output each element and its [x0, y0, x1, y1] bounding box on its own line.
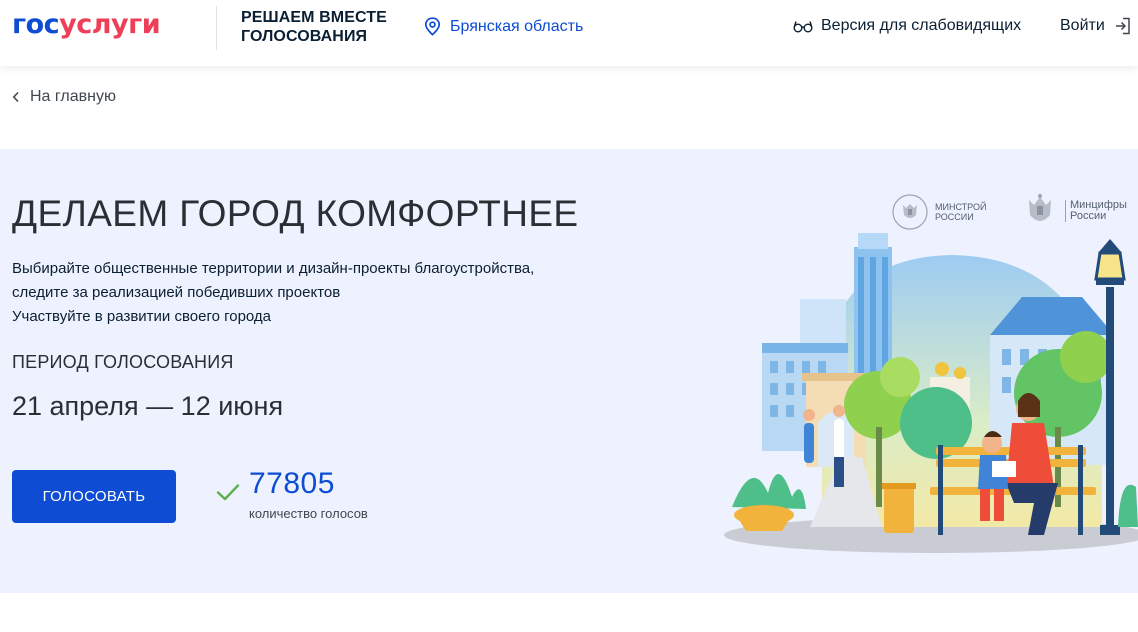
- location-pin-icon: [424, 17, 441, 36]
- low-vision-version-link[interactable]: Версия для слабовидящих: [793, 17, 1021, 35]
- back-to-main-link[interactable]: На главную: [12, 88, 116, 106]
- mincifry-logo: Минцифры России: [1021, 191, 1127, 231]
- checkmark-icon: [216, 484, 240, 501]
- minstroy-text: МИНСТРОЙ РОССИИ: [935, 202, 986, 222]
- hero-desc-line: Участвуйте в развитии своего города: [12, 308, 272, 325]
- region-label: Брянская область: [450, 17, 584, 35]
- back-label: На главную: [30, 88, 116, 105]
- low-vision-label: Версия для слабовидящих: [821, 17, 1022, 34]
- hero-desc-line: следите за реализацией победивших проект…: [12, 284, 341, 301]
- vote-count-label: количество голосов: [249, 506, 368, 521]
- logo-part-gos: гос: [12, 9, 60, 40]
- minstroy-line2: РОССИИ: [935, 212, 974, 222]
- service-tagline: РЕШАЕМ ВМЕСТЕ ГОЛОСОВАНИЯ: [241, 9, 387, 45]
- header: госуслуги РЕШАЕМ ВМЕСТЕ ГОЛОСОВАНИЯ Брян…: [0, 0, 1138, 66]
- voting-period-dates: 21 апреля — 12 июня: [12, 391, 284, 421]
- hero-banner: ДЕЛАЕМ ГОРОД КОМФОРТНЕЕ Выбирайте общест…: [0, 149, 1138, 593]
- region-selector[interactable]: Брянская область: [424, 17, 583, 36]
- minstroy-logo: МИНСТРОЙ РОССИИ: [891, 193, 986, 231]
- glasses-icon: [793, 21, 813, 33]
- hero-desc-line: Выбирайте общественные территории и диза…: [12, 260, 535, 277]
- chevron-left-icon: [12, 91, 19, 103]
- emblem-icon: [1029, 194, 1051, 221]
- vote-button[interactable]: ГОЛОСОВАТЬ: [12, 470, 176, 523]
- login-arrow-icon: [1115, 17, 1130, 35]
- voting-period-label: ПЕРИОД ГОЛОСОВАНИЯ: [12, 352, 234, 372]
- mincifry-line2: России: [1070, 210, 1107, 222]
- minstroy-line1: МИНСТРОЙ: [935, 202, 987, 212]
- mincifry-text: Минцифры России: [1065, 200, 1127, 222]
- hero-description: Выбирайте общественные территории и диза…: [12, 257, 534, 329]
- vote-count: 77805: [249, 467, 335, 500]
- emblem-icon: [892, 194, 928, 230]
- logo-part-uslugi: услуги: [59, 9, 161, 40]
- login-link[interactable]: Войти: [1060, 17, 1131, 35]
- gosuslugi-logo[interactable]: госуслуги: [12, 8, 161, 42]
- city-park-illustration: [724, 233, 1138, 553]
- login-label: Войти: [1060, 17, 1105, 34]
- header-divider: [216, 6, 217, 50]
- hero-title: ДЕЛАЕМ ГОРОД КОМФОРТНЕЕ: [12, 193, 579, 234]
